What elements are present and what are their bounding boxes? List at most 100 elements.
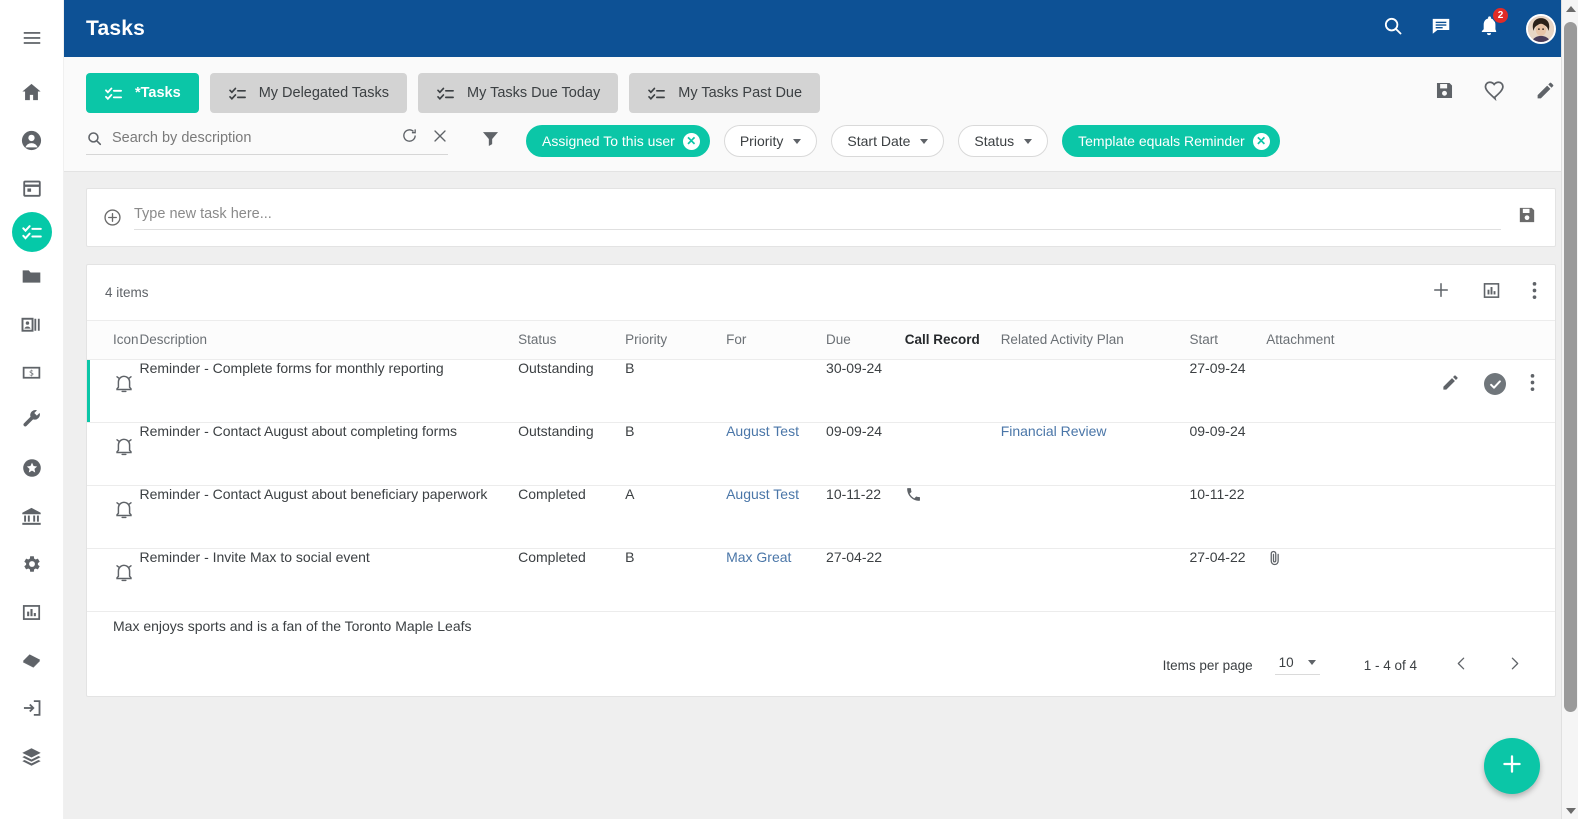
edit-view-icon <box>1535 80 1556 106</box>
header-notifications-button[interactable]: 2 <box>1478 15 1500 42</box>
sidebar-item-opportunities[interactable] <box>8 444 56 492</box>
col-due[interactable]: Due <box>826 321 905 360</box>
sidebar-item-settings[interactable] <box>8 540 56 588</box>
avatar[interactable] <box>1526 14 1556 44</box>
plan-link[interactable]: Financial Review <box>1001 423 1107 439</box>
chip-priority[interactable]: Priority <box>724 125 818 157</box>
sidebar-item-home[interactable] <box>8 68 56 116</box>
chip-start-date[interactable]: Start Date <box>831 125 944 157</box>
table-more-button[interactable] <box>1532 281 1537 305</box>
col-description[interactable]: Description <box>140 321 519 360</box>
scroll-down-button[interactable] <box>1562 802 1578 819</box>
header-search-button[interactable] <box>1382 15 1404 42</box>
tab-my-tasks-past-due[interactable]: My Tasks Past Due <box>629 73 820 113</box>
chip-label: Start Date <box>847 133 910 149</box>
chip-remove-icon[interactable]: ✕ <box>683 133 700 150</box>
edit-row-button[interactable] <box>1441 373 1460 395</box>
previous-page-button[interactable] <box>1453 655 1470 675</box>
cell-for <box>726 360 826 423</box>
cell-related-activity-plan: Financial Review <box>1001 423 1190 486</box>
tab-my-tasks-due-today[interactable]: My Tasks Due Today <box>418 73 618 113</box>
save-view-button[interactable] <box>1434 80 1455 106</box>
save-new-task-button[interactable] <box>1517 205 1537 230</box>
cell-due: 10-11-22 <box>826 486 905 549</box>
add-circle-icon[interactable] <box>103 208 122 227</box>
chip-status[interactable]: Status <box>958 125 1048 157</box>
header-chat-button[interactable] <box>1430 15 1452 42</box>
table-row[interactable]: Reminder - Contact August about completi… <box>87 423 1555 486</box>
for-link[interactable]: August Test <box>726 486 799 502</box>
sidebar-item-contacts[interactable] <box>8 116 56 164</box>
more-vert-icon <box>1532 281 1537 305</box>
col-priority[interactable]: Priority <box>625 321 726 360</box>
calendar-icon <box>21 177 43 199</box>
refresh-button[interactable] <box>401 127 418 149</box>
cell-call-record <box>905 423 1001 486</box>
sidebar-item-menu[interactable] <box>8 14 56 62</box>
view-toolbar <box>1434 80 1556 107</box>
next-page-button[interactable] <box>1506 655 1523 675</box>
chip-assigned-to-this-user[interactable]: Assigned To this user ✕ <box>526 125 710 157</box>
chevron-right-icon <box>1506 655 1523 675</box>
cell-icon <box>87 486 140 549</box>
add-item-button[interactable] <box>1431 280 1451 305</box>
sidebar-item-signin[interactable] <box>8 684 56 732</box>
clear-search-button[interactable] <box>432 128 448 149</box>
save-icon <box>1517 205 1537 230</box>
sidebar-item-reports[interactable] <box>8 588 56 636</box>
chip-remove-icon[interactable]: ✕ <box>1253 133 1270 150</box>
scroll-up-button[interactable] <box>1562 0 1578 17</box>
sidebar-item-calendar[interactable] <box>8 164 56 212</box>
items-per-page-select[interactable]: 10 <box>1275 655 1320 675</box>
close-icon <box>432 128 448 149</box>
edit-row-icon <box>1441 373 1460 395</box>
new-task-input[interactable] <box>134 206 1501 222</box>
edit-view-button[interactable] <box>1535 80 1556 106</box>
cell-related-activity-plan <box>1001 549 1190 612</box>
col-start[interactable]: Start <box>1189 321 1266 360</box>
table-row[interactable]: Reminder - Complete forms for monthly re… <box>87 360 1555 423</box>
sidebar-item-institutions[interactable] <box>8 492 56 540</box>
col-attachment[interactable]: Attachment <box>1266 321 1555 360</box>
filter-button[interactable] <box>481 129 500 153</box>
complete-row-button[interactable] <box>1484 373 1506 395</box>
search-input[interactable] <box>112 130 387 146</box>
for-link[interactable]: August Test <box>726 423 799 439</box>
phone-icon[interactable] <box>905 486 922 503</box>
sidebar-item-partners[interactable] <box>8 636 56 684</box>
table-header-row: Icon Description Status Priority For Due… <box>87 321 1555 360</box>
chip-template-equals-reminder[interactable]: Template equals Reminder ✕ <box>1062 125 1280 157</box>
tab-tasks[interactable]: *Tasks <box>86 73 199 113</box>
sidebar-item-tasks[interactable] <box>12 212 52 252</box>
col-call-record[interactable]: Call Record <box>905 321 1001 360</box>
for-link[interactable]: Max Great <box>726 549 791 565</box>
page-scrollbar[interactable] <box>1561 0 1578 819</box>
layers-icon <box>20 745 43 768</box>
row-more-button[interactable] <box>1530 373 1535 395</box>
col-related-activity-plan[interactable]: Related Activity Plan <box>1001 321 1190 360</box>
sidebar-item-tools[interactable] <box>8 396 56 444</box>
col-status[interactable]: Status <box>518 321 625 360</box>
cell-row-actions <box>1266 423 1555 486</box>
save-view-icon <box>1434 80 1455 106</box>
col-icon[interactable]: Icon <box>87 321 140 360</box>
add-task-fab[interactable] <box>1484 738 1540 794</box>
sidebar-item-layers[interactable] <box>8 732 56 780</box>
attachment-icon[interactable] <box>1266 549 1284 567</box>
scrollbar-thumb[interactable] <box>1564 22 1577 712</box>
paginator: Items per page 10 1 - 4 of 4 <box>87 634 1555 696</box>
favorite-button[interactable] <box>1484 80 1506 107</box>
chevron-down-icon <box>793 139 801 144</box>
cell-start: 10-11-22 <box>1189 486 1266 549</box>
chart-button[interactable] <box>1482 281 1501 305</box>
table-row[interactable]: Reminder - Invite Max to social event Co… <box>87 549 1555 612</box>
col-for[interactable]: For <box>726 321 826 360</box>
cell-status: Outstanding <box>518 423 625 486</box>
sidebar-item-financials[interactable]: $ <box>8 348 56 396</box>
row-action-group <box>1266 360 1555 395</box>
sidebar-item-clients[interactable] <box>8 300 56 348</box>
table-row[interactable]: Reminder - Contact August about benefici… <box>87 486 1555 549</box>
tab-my-delegated-tasks[interactable]: My Delegated Tasks <box>210 73 407 113</box>
cell-due: 09-09-24 <box>826 423 905 486</box>
sidebar-item-documents[interactable] <box>8 252 56 300</box>
